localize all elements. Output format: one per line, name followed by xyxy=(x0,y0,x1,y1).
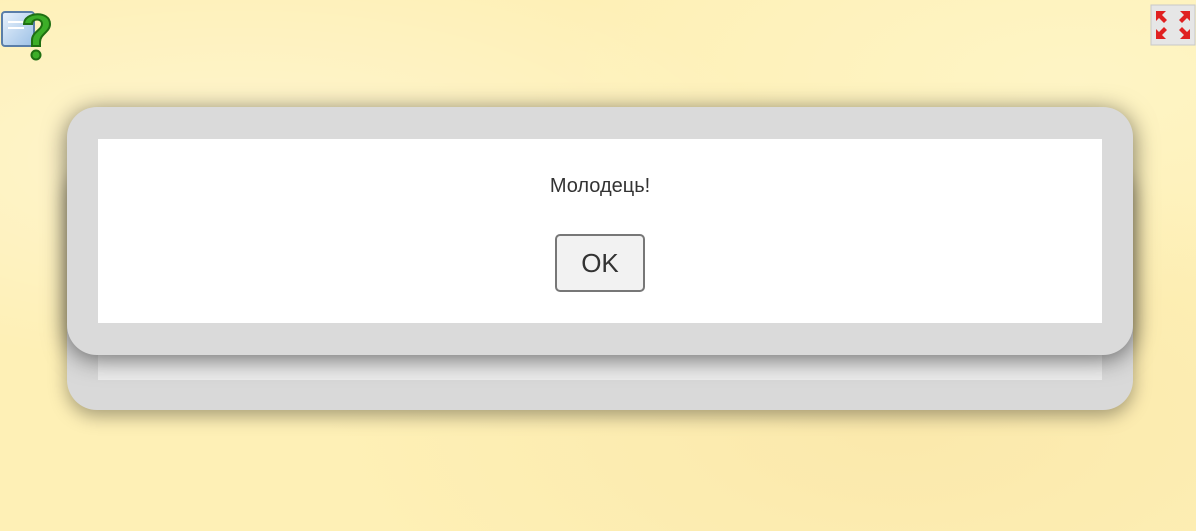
help-icon[interactable] xyxy=(0,4,58,62)
ok-button[interactable]: OK xyxy=(555,234,645,292)
dialog-message: Молодець! xyxy=(549,175,651,197)
dialog-body: Молодець! OK xyxy=(98,139,1102,323)
alert-dialog: Молодець! OK xyxy=(67,107,1133,355)
fullscreen-icon[interactable] xyxy=(1150,4,1196,46)
